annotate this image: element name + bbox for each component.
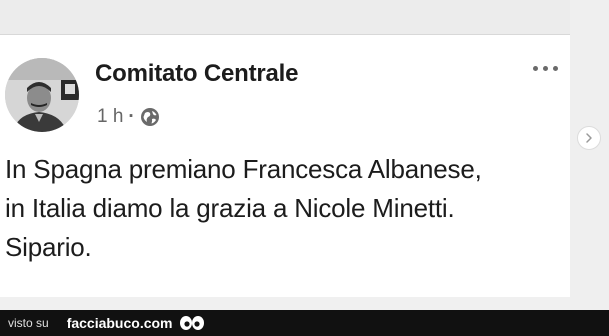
top-background <box>0 0 609 34</box>
post-time[interactable]: 1 h <box>97 106 123 128</box>
eyes-icon <box>179 315 205 331</box>
footer-site[interactable]: facciabuco.com <box>67 315 173 331</box>
post-text-line: In Spagna premiano Francesca Albanese, <box>5 154 482 184</box>
meta-separator: · <box>128 106 135 127</box>
globe-icon <box>140 108 159 126</box>
chevron-right-icon <box>586 133 592 143</box>
side-pane <box>570 0 609 310</box>
watermark-footer: visto su facciabuco.com <box>0 310 609 336</box>
post-text-line: Sipario. <box>5 232 92 262</box>
page-name[interactable]: Comitato Centrale <box>95 60 298 88</box>
footer-prefix: visto su <box>8 316 49 330</box>
avatar-image <box>5 58 79 132</box>
more-horizontal-icon[interactable] <box>533 58 569 78</box>
post-text-line: in Italia diamo la grazia a Nicole Minet… <box>5 193 455 223</box>
post-text: In Spagna premiano Francesca Albanese, i… <box>5 150 567 267</box>
avatar[interactable] <box>5 58 79 132</box>
post-meta: 1 h · <box>97 105 160 129</box>
next-button[interactable] <box>577 126 601 150</box>
